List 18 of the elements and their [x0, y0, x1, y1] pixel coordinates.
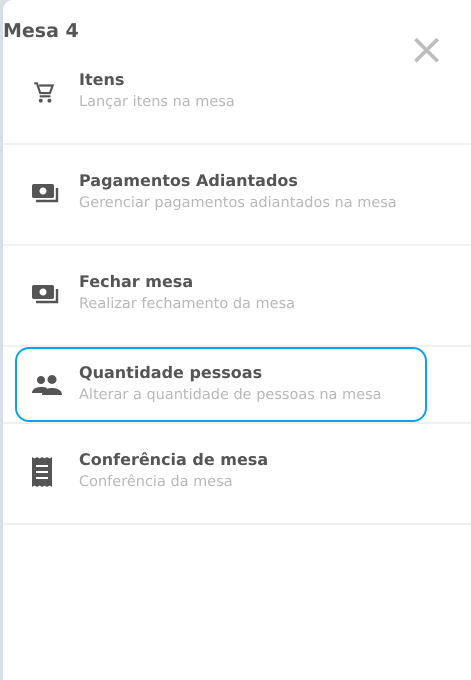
- sheet-title: Mesa 4: [3, 20, 79, 42]
- item-subtitle: Gerenciar pagamentos adiantados na mesa: [79, 194, 397, 214]
- item-subtitle: Conferência da mesa: [79, 473, 234, 492]
- item-title: Fechar mesa: [79, 272, 194, 292]
- menu-item[interactable]: Conferência de mesa Conferência da mesa: [15, 424, 427, 524]
- menu-item[interactable]: Pagamentos Adiantados Gerenciar pagamentos adiantados na mesa: [15, 145, 427, 244]
- menu-item[interactable]: Fechar mesa Realizar fechamento da mesa: [15, 246, 427, 346]
- item-subtitle: Alterar a quantidade de pessoas na mesa: [79, 386, 382, 406]
- receipt-icon: [31, 454, 53, 489]
- item-subtitle: Realizar fechamento da mesa: [79, 295, 296, 314]
- menu-item[interactable]: Itens Lançar itens na mesa: [15, 68, 427, 144]
- item-title: Itens: [79, 70, 126, 89]
- item-title: Conferência de mesa: [79, 450, 268, 470]
- people-icon: [31, 372, 63, 397]
- item-subtitle: Lançar itens na mesa: [79, 93, 235, 112]
- item-title: Quantidade pessoas: [79, 363, 264, 382]
- menu-item[interactable]: Quantidade pessoas Alterar a quantidade de pessoas na mesa: [15, 347, 427, 422]
- item-title: Pagamentos Adiantados: [79, 171, 299, 190]
